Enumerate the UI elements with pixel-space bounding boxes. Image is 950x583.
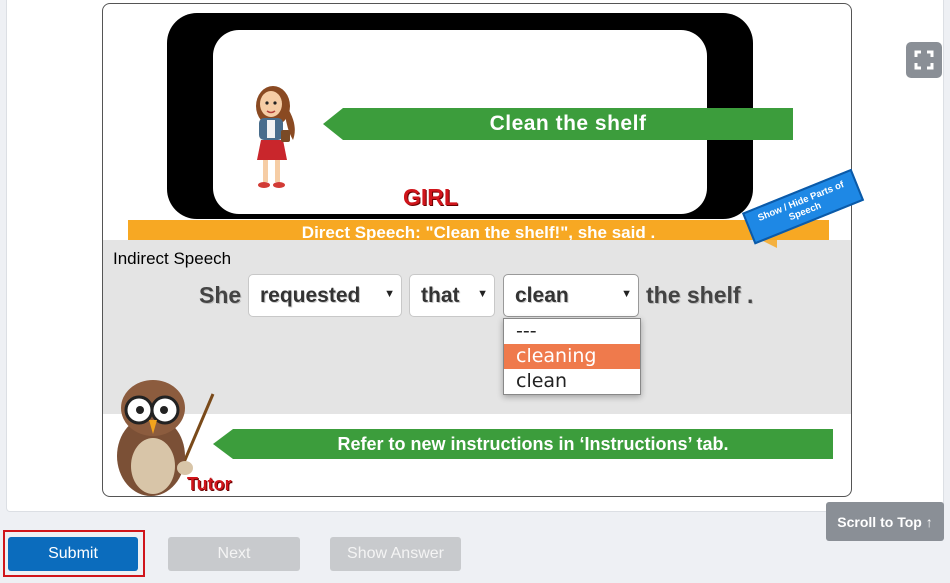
blank-select-2-value: that [421,283,460,307]
girl-illustration [256,86,295,188]
expand-icon [914,50,934,70]
dropdown-option[interactable]: clean [504,369,640,394]
blank-3-dropdown-list: --- cleaning clean [503,318,641,395]
blank-select-3-value: clean [515,283,569,307]
sentence-ending: the shelf . [646,282,754,308]
expand-button[interactable] [906,42,942,78]
blank-select-3[interactable]: clean ▼ [503,274,639,317]
command-banner: Clean the shelf [343,108,793,140]
blank-select-2[interactable]: that ▼ [409,274,495,317]
tutor-arrow-head [213,429,233,459]
tutor-label: Tutor [187,474,232,494]
indirect-speech-label: Indirect Speech [113,249,232,268]
activity-stage: Clean the shelf GIRL Direct Speech: "Cle… [102,3,852,497]
speaker-label: GIRL [403,184,458,210]
command-arrow-head [323,108,343,140]
caret-down-icon: ▼ [384,288,395,300]
sentence-row: She requested ▼ that ▼ clean ▼ the shelf… [103,274,851,318]
caret-down-icon: ▼ [477,288,488,300]
submit-button[interactable]: Submit [8,537,138,571]
show-answer-button[interactable]: Show Answer [330,537,461,571]
caret-down-icon: ▼ [621,288,632,300]
blank-select-1-value: requested [260,283,361,307]
tutor-message-banner: Refer to new instructions in ‘Instructio… [233,429,833,459]
next-button[interactable]: Next [168,537,300,571]
blank-select-1[interactable]: requested ▼ [248,274,402,317]
dropdown-option[interactable]: --- [504,319,640,344]
subject-word: She [199,282,242,308]
dropdown-option-highlighted[interactable]: cleaning [504,344,640,369]
scroll-to-top-button[interactable]: Scroll to Top ↑ [826,502,944,541]
